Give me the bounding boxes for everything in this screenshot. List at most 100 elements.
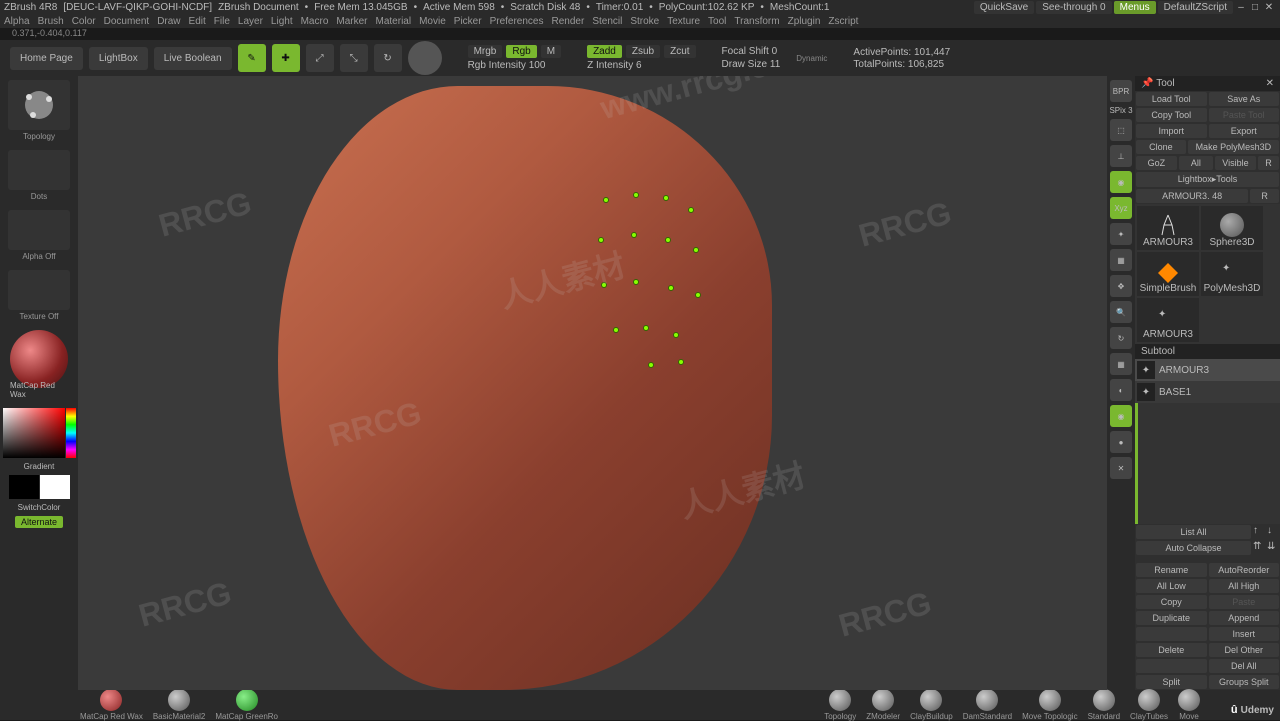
close-icon[interactable]: ✕ — [1263, 1, 1275, 13]
tool-thumb[interactable]: ARMOUR3 — [1137, 206, 1199, 250]
all-button[interactable]: All — [1179, 156, 1213, 170]
move-icon[interactable]: ✥ — [1110, 275, 1132, 297]
brush-ball[interactable]: ZModeler — [866, 689, 900, 721]
export-button[interactable]: Export — [1209, 124, 1280, 138]
mesh-model[interactable] — [278, 86, 772, 690]
draw-button[interactable]: ✚ — [272, 44, 300, 72]
brush-ball[interactable]: Move Topologic — [1022, 689, 1077, 721]
linefill-icon[interactable]: ▦ — [1110, 353, 1132, 375]
brush-ball[interactable]: ClayTubes — [1130, 689, 1168, 721]
lightbox-tools-button[interactable]: Lightbox▸Tools — [1136, 172, 1279, 187]
tool-thumb[interactable]: SimpleBrush — [1137, 252, 1199, 296]
list-all-button[interactable]: List All — [1136, 525, 1251, 539]
alpha-thumb[interactable]: Alpha Off — [8, 210, 70, 250]
delete-button[interactable]: Delete — [1136, 643, 1207, 657]
menu-item[interactable]: Zplugin — [788, 16, 821, 27]
home-button[interactable]: Home Page — [10, 47, 83, 70]
subtool-header[interactable]: Subtool — [1135, 344, 1280, 359]
makepoly-button[interactable]: Make PolyMesh3D — [1188, 140, 1279, 154]
menu-item[interactable]: Marker — [336, 16, 367, 27]
rgb-intensity-slider[interactable]: Rgb Intensity 100 — [468, 60, 562, 71]
texture-thumb[interactable]: Texture Off — [8, 270, 70, 310]
menu-item[interactable]: Layer — [238, 16, 263, 27]
draw-size-slider[interactable]: Draw Size 11 — [722, 59, 781, 70]
menu-item[interactable]: Render — [552, 16, 585, 27]
menu-item[interactable]: Zscript — [828, 16, 858, 27]
tool-thumb[interactable]: ✦ARMOUR3 — [1137, 298, 1199, 342]
m-button[interactable]: M — [541, 45, 561, 58]
tool-thumb[interactable]: Sphere3D — [1201, 206, 1263, 250]
transp-icon[interactable]: ◐ — [1110, 379, 1132, 401]
rotate-button[interactable]: ↻ — [374, 44, 402, 72]
scale-button[interactable]: ⤡ — [340, 44, 368, 72]
material-ball[interactable]: MatCap Red Wax — [80, 689, 143, 721]
menu-item[interactable]: File — [214, 16, 230, 27]
allhigh-button[interactable]: All High — [1209, 579, 1280, 593]
brush-ball[interactable]: DamStandard — [963, 689, 1012, 721]
armour-slider[interactable]: ARMOUR3. 48 — [1136, 189, 1248, 203]
minimize-icon[interactable]: – — [1235, 1, 1247, 13]
switchcolor-button[interactable]: SwitchColor — [18, 503, 61, 512]
zadd-button[interactable]: Zadd — [587, 45, 622, 58]
menu-item[interactable]: Brush — [38, 16, 64, 27]
brush-ball[interactable]: ClayBuildup — [910, 689, 953, 721]
rgb-button[interactable]: Rgb — [506, 45, 536, 58]
import-button[interactable]: Import — [1136, 124, 1207, 138]
xpose-icon[interactable]: ✕ — [1110, 457, 1132, 479]
menu-item[interactable]: Texture — [667, 16, 700, 27]
subtool-item[interactable]: ✦ARMOUR3 — [1135, 359, 1280, 381]
tool-thumb[interactable]: ✦PolyMesh3D — [1201, 252, 1263, 296]
rotate-icon[interactable]: ↻ — [1110, 327, 1132, 349]
menu-item[interactable]: Alpha — [4, 16, 30, 27]
local-icon[interactable]: ◉ — [1110, 171, 1132, 193]
menu-item[interactable]: Preferences — [490, 16, 544, 27]
copy2-button[interactable]: Copy — [1136, 595, 1207, 609]
brush-ball[interactable]: Move — [1178, 689, 1200, 721]
bpr-button[interactable]: BPR — [1110, 80, 1132, 102]
floor-icon[interactable]: ⊥ — [1110, 145, 1132, 167]
menu-item[interactable]: Transform — [734, 16, 779, 27]
menu-item[interactable]: Stroke — [630, 16, 659, 27]
axis-icon[interactable]: ✦ — [1110, 223, 1132, 245]
paste2-button[interactable]: Paste — [1209, 595, 1280, 609]
menu-item[interactable]: Stencil — [592, 16, 622, 27]
append-button[interactable]: Append — [1209, 611, 1280, 625]
zoom-icon[interactable]: 🔍 — [1110, 301, 1132, 323]
viewport[interactable]: www.rrcg.cn RRCG 人人素材 RRCG RRCG 人人素材 RRC… — [78, 76, 1107, 690]
default-zscript[interactable]: DefaultZScript — [1158, 1, 1233, 14]
ghost-icon[interactable]: ◉ — [1110, 405, 1132, 427]
alllow-button[interactable]: All Low — [1136, 579, 1207, 593]
seethrough-slider[interactable]: See-through 0 — [1036, 1, 1111, 14]
menu-item[interactable]: Light — [271, 16, 293, 27]
quicksave-button[interactable]: QuickSave — [974, 1, 1034, 14]
material-ball[interactable]: BasicMaterial2 — [153, 689, 205, 721]
mrgb-button[interactable]: Mrgb — [468, 45, 503, 58]
insert-button[interactable]: Insert — [1209, 627, 1280, 641]
pin-icon[interactable]: 📌 — [1141, 78, 1153, 89]
r-button[interactable]: R — [1258, 156, 1279, 170]
zsub-button[interactable]: Zsub — [626, 45, 660, 58]
brush-thumb[interactable]: Topology — [8, 80, 70, 130]
r2-button[interactable]: R — [1250, 189, 1279, 203]
maximize-icon[interactable]: □ — [1249, 1, 1261, 13]
material-ball[interactable]: MatCap GreenRo — [215, 689, 278, 721]
stroke-thumb[interactable]: Dots — [8, 150, 70, 190]
goz-button[interactable]: GoZ — [1136, 156, 1177, 170]
zcut-button[interactable]: Zcut — [664, 45, 695, 58]
menu-item[interactable]: Edit — [189, 16, 206, 27]
delall-button[interactable]: Del All — [1209, 659, 1280, 673]
spix-label[interactable]: SPix 3 — [1109, 106, 1132, 115]
menus-button[interactable]: Menus — [1114, 1, 1156, 14]
persp-icon[interactable]: ⬚ — [1110, 119, 1132, 141]
menu-item[interactable]: Picker — [454, 16, 482, 27]
autocollapse-button[interactable]: Auto Collapse — [1136, 541, 1251, 555]
paste-tool-button[interactable]: Paste Tool — [1209, 108, 1280, 122]
z-intensity-slider[interactable]: Z Intensity 6 — [587, 60, 695, 71]
lightbox-button[interactable]: LightBox — [89, 47, 148, 70]
menu-item[interactable]: Tool — [708, 16, 726, 27]
swatch-black[interactable] — [9, 475, 39, 499]
swatch-white[interactable] — [40, 475, 70, 499]
delother-button[interactable]: Del Other — [1209, 643, 1280, 657]
color-picker[interactable] — [3, 408, 76, 458]
menu-item[interactable]: Color — [72, 16, 96, 27]
